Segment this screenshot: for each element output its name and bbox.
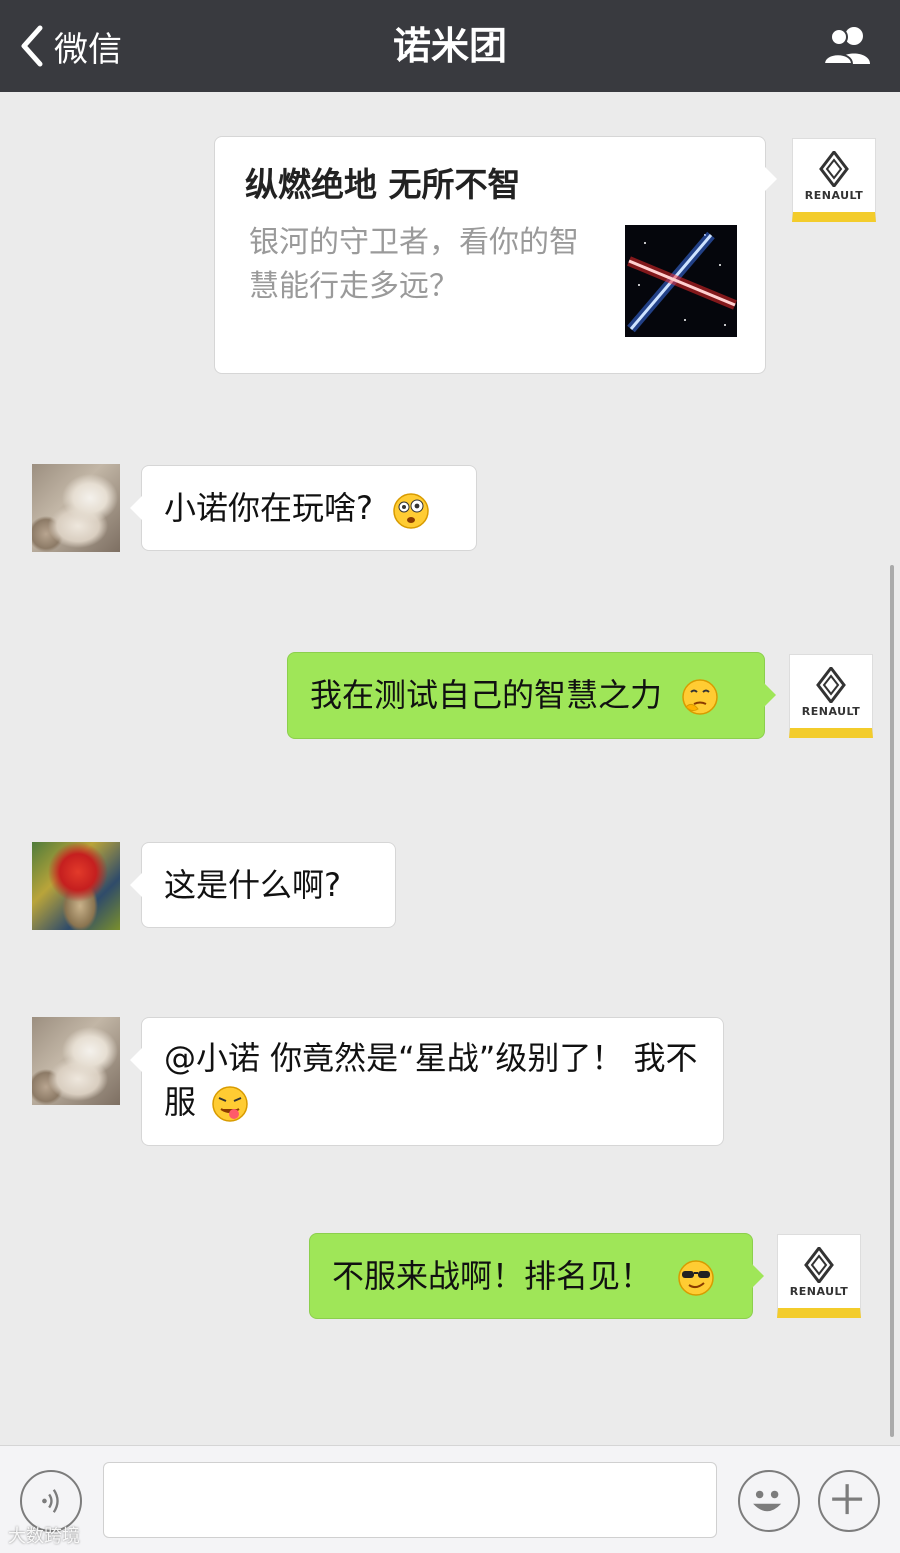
bubble-tail — [764, 683, 776, 707]
shocked-face-icon — [393, 493, 429, 529]
message-text: 不服来战啊！排名见！ — [332, 1257, 653, 1295]
renault-logo-icon — [804, 1247, 834, 1283]
bubble-tail — [752, 1264, 764, 1288]
tongue-face-icon — [212, 1086, 248, 1122]
emoji-button[interactable] — [738, 1470, 800, 1532]
renault-avatar[interactable]: RENAULT — [792, 138, 876, 222]
renault-logo-icon — [819, 151, 849, 187]
renault-wordmark: RENAULT — [804, 189, 864, 202]
link-card-bubble[interactable]: 纵燃绝地 无所不智 银河的守卫者，看你的智慧能行走多远？ — [214, 136, 777, 374]
message-bubble[interactable]: @小诺 你竟然是“星战”级别了！ 我不服 — [130, 1017, 724, 1146]
group-members-icon[interactable] — [822, 24, 874, 66]
thinking-face-icon — [682, 679, 718, 715]
message-input[interactable] — [103, 1462, 717, 1538]
renault-avatar[interactable]: RENAULT — [777, 1234, 861, 1318]
bubble-tail — [130, 1048, 142, 1072]
bubble-tail — [765, 167, 777, 191]
smiley-icon — [753, 1490, 782, 1512]
chat-title: 诺米团 — [392, 24, 507, 68]
avatar[interactable] — [32, 1017, 120, 1105]
plus-icon — [832, 1484, 863, 1515]
message-text: 小诺你在玩啥? — [164, 489, 373, 527]
renault-wordmark: RENAULT — [801, 705, 861, 718]
card-description: 银河的守卫者，看你的智慧能行走多远？ — [249, 225, 579, 304]
avatar[interactable] — [32, 464, 120, 552]
more-button[interactable] — [818, 1470, 880, 1532]
input-bar — [0, 1445, 900, 1553]
bubble-tail — [130, 496, 142, 520]
bubble-tail — [130, 873, 142, 897]
watermark: 大数跨境 — [8, 1526, 80, 1547]
message-bubble[interactable]: 不服来战啊！排名见！ — [309, 1233, 764, 1319]
message-bubble[interactable]: 我在测试自己的智慧之力 — [287, 652, 776, 739]
message-text: 我在测试自己的智慧之力 — [310, 676, 663, 714]
card-title: 纵燃绝地 无所不智 — [245, 165, 521, 204]
avatar[interactable] — [32, 842, 120, 930]
renault-wordmark: RENAULT — [789, 1285, 849, 1298]
sunglasses-face-icon — [678, 1260, 714, 1296]
scrollbar[interactable] — [890, 565, 894, 1437]
lightsaber-thumbnail — [625, 225, 737, 337]
message-text: 这是什么啊? — [164, 866, 341, 904]
top-bar: 微信 诺米团 — [0, 0, 900, 92]
message-bubble[interactable]: 小诺你在玩啥? — [130, 465, 477, 551]
renault-logo-icon — [816, 667, 846, 703]
message-bubble[interactable]: 这是什么啊? — [130, 842, 396, 928]
renault-avatar[interactable]: RENAULT — [789, 654, 873, 738]
